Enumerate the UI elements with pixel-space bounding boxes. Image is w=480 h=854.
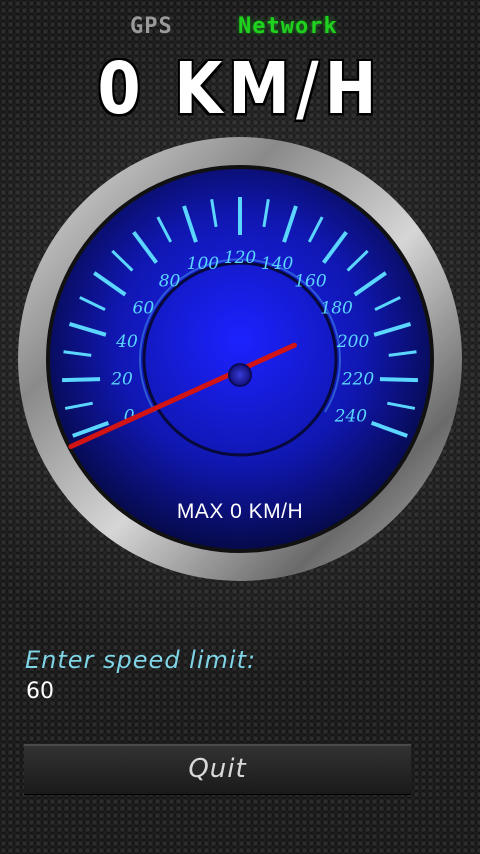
gauge-tick-label: 120 — [224, 248, 257, 268]
quit-button[interactable]: Quit — [24, 744, 411, 795]
speed-limit-input[interactable] — [26, 676, 226, 706]
max-speed-label: MAX 0 KM/H — [176, 500, 304, 523]
gauge-tick-label: 60 — [133, 298, 155, 318]
gauge-tick-label: 180 — [320, 298, 353, 318]
tab-gps[interactable]: GPS — [130, 14, 173, 39]
speed-limit-label: Enter speed limit: — [25, 646, 257, 674]
speed-readout: 0 KM/H — [0, 47, 480, 131]
gauge-tick — [62, 377, 101, 383]
source-tabs: GPS Network — [0, 14, 480, 46]
gauge-tick-label: 160 — [294, 271, 327, 291]
gauge-tick-label: 100 — [187, 254, 220, 274]
gauge-tick-label: 40 — [115, 332, 138, 352]
gauge-tick-label: 80 — [159, 271, 181, 291]
gauge-tick-label: 140 — [261, 254, 294, 274]
gauge-hub — [228, 363, 252, 387]
gauge-tick-label: 240 — [334, 406, 368, 426]
gauge-tick — [379, 377, 418, 383]
gauge-tick-label: 220 — [341, 369, 375, 389]
speed-readout-text: 0 KM/H — [97, 46, 383, 131]
gauge-tick-label: 200 — [336, 332, 370, 352]
tab-network[interactable]: Network — [238, 14, 338, 39]
gauge-tick-label: 20 — [110, 369, 133, 389]
